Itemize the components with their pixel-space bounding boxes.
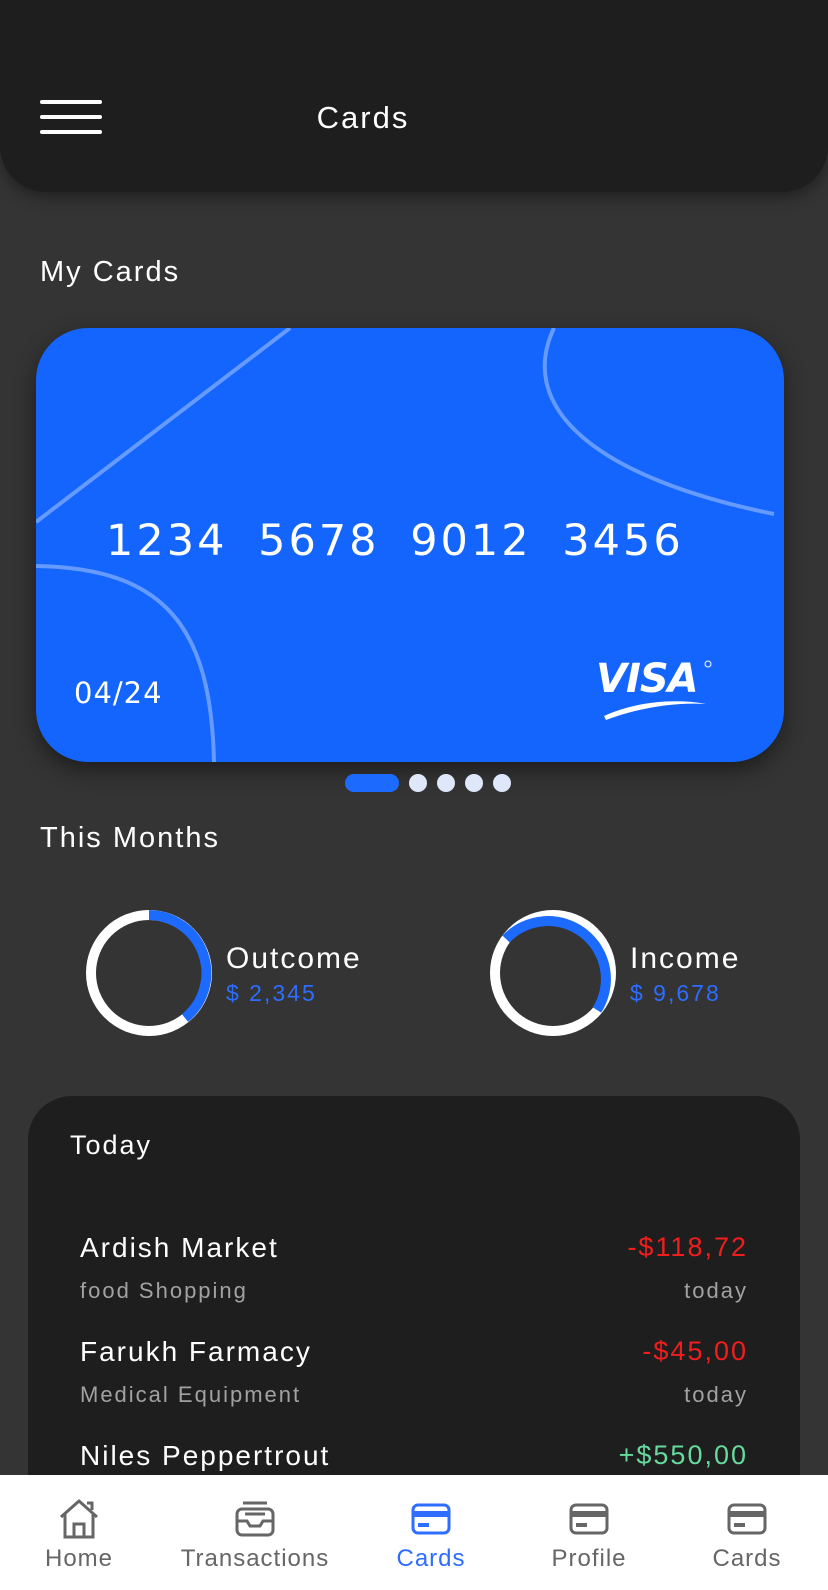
card-expiry: 04/24: [74, 676, 163, 710]
outcome-stat: Outcome $ 2,345: [84, 908, 384, 1038]
pagination-dot-active[interactable]: [345, 774, 399, 792]
nav-label-cards: Cards: [396, 1545, 466, 1572]
pagination-dot[interactable]: [409, 774, 427, 792]
income-label: Income: [630, 942, 741, 975]
nav-item-transactions[interactable]: Transactions: [172, 1475, 338, 1590]
pagination-dot[interactable]: [465, 774, 483, 792]
card-pagination: [0, 774, 828, 792]
transaction-name: Farukh Farmacy: [80, 1336, 312, 1367]
home-icon: [60, 1499, 98, 1539]
income-stat: Income $ 9,678: [488, 908, 788, 1038]
nav-item-profile[interactable]: Profile: [530, 1475, 648, 1590]
transaction-category: Medical Equipment: [80, 1382, 302, 1407]
transaction-name: Niles Peppertrout: [80, 1440, 331, 1471]
visa-brand: VISA: [596, 656, 698, 702]
visa-logo: VISA: [596, 656, 712, 720]
transaction-name: Ardish Market: [80, 1232, 279, 1263]
bottom-navigation: Home Transactions Cards Profile Cards: [0, 1475, 828, 1590]
outcome-label: Outcome: [226, 942, 362, 975]
credit-card-icon: [727, 1503, 767, 1535]
inbox-icon: [235, 1501, 275, 1537]
transaction-amount: -$118,72: [627, 1232, 748, 1262]
transaction-row[interactable]: Farukh Farmacy Medical Equipment -$45,00…: [80, 1336, 748, 1426]
nav-item-home[interactable]: Home: [20, 1475, 138, 1590]
credit-card-icon: [411, 1503, 451, 1535]
pagination-dot[interactable]: [493, 774, 511, 792]
nav-label-profile: Profile: [551, 1545, 627, 1572]
nav-label-cards-secondary: Cards: [712, 1545, 782, 1572]
credit-card[interactable]: 1234 5678 9012 3456 04/24 VISA: [36, 328, 784, 762]
transaction-time: today: [684, 1382, 748, 1407]
outcome-ring-icon: [86, 910, 212, 1036]
page-title: Cards: [316, 100, 410, 135]
outcome-value: $ 2,345: [226, 980, 317, 1006]
pagination-dot[interactable]: [437, 774, 455, 792]
today-heading: Today: [70, 1130, 153, 1160]
credit-card-icon: [569, 1503, 609, 1535]
transaction-time: today: [684, 1278, 748, 1303]
nav-item-cards-secondary[interactable]: Cards: [688, 1475, 806, 1590]
transaction-amount: +$550,00: [618, 1440, 748, 1470]
income-value: $ 9,678: [630, 980, 721, 1006]
nav-label-transactions: Transactions: [180, 1545, 330, 1572]
my-cards-heading: My Cards: [40, 256, 181, 288]
nav-label-home: Home: [44, 1545, 114, 1572]
transaction-row[interactable]: Ardish Market food Shopping -$118,72 tod…: [80, 1232, 748, 1322]
this-months-heading: This Months: [40, 822, 220, 854]
transaction-amount: -$45,00: [642, 1336, 748, 1366]
transaction-category: food Shopping: [80, 1278, 248, 1303]
app-header: Cards: [0, 0, 828, 192]
nav-item-cards[interactable]: Cards: [372, 1475, 490, 1590]
card-number: 1234 5678 9012 3456: [106, 516, 684, 566]
income-ring-icon: [490, 910, 616, 1036]
